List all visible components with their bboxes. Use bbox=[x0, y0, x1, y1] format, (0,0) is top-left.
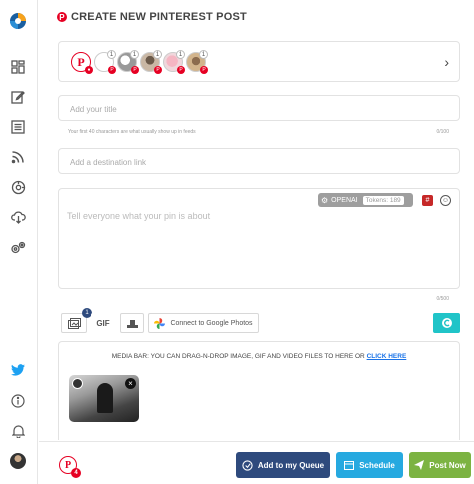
pinterest-badge-icon: P bbox=[108, 66, 116, 74]
google-photos-icon bbox=[154, 317, 166, 329]
image-library-icon[interactable] bbox=[120, 313, 144, 333]
account-avatar[interactable]: 1 P bbox=[94, 50, 116, 74]
bell-icon[interactable] bbox=[9, 422, 27, 440]
gif-button[interactable]: GIF bbox=[91, 313, 115, 333]
pinterest-icon: P bbox=[57, 12, 67, 22]
main-panel: P CREATE NEW PINTEREST POST P ● 1 P 1 P … bbox=[39, 0, 474, 484]
hashtag-icon[interactable]: # bbox=[422, 195, 433, 206]
click-here-link[interactable]: CLICK HERE bbox=[367, 353, 407, 360]
account-selector[interactable]: P ● 1 P 1 P 1 P 1 P 1 P › bbox=[58, 41, 460, 82]
openai-label: OPENAI bbox=[331, 196, 358, 204]
description-placeholder: Tell everyone what your pin is about bbox=[67, 211, 211, 221]
post-now-button[interactable]: Post Now bbox=[409, 452, 471, 478]
media-upload-button[interactable]: 1 bbox=[61, 308, 92, 333]
svg-text:P: P bbox=[77, 55, 84, 69]
schedule-button[interactable]: Schedule bbox=[336, 452, 403, 478]
selected-count-badge: ● bbox=[85, 66, 93, 74]
canva-button[interactable] bbox=[433, 313, 460, 333]
pinterest-badge-icon: P bbox=[131, 66, 139, 74]
account-avatar[interactable]: 1 P bbox=[117, 50, 139, 74]
title-placeholder: Add your title bbox=[70, 105, 117, 114]
description-textarea[interactable]: Tell everyone what your pin is about ⚙ O… bbox=[58, 188, 460, 289]
automation-icon[interactable] bbox=[9, 178, 27, 196]
description-char-count: 0/500 bbox=[436, 296, 449, 302]
settings-icon[interactable] bbox=[9, 239, 27, 257]
pinterest-badge-icon: P bbox=[154, 66, 162, 74]
remove-image-icon[interactable]: × bbox=[125, 378, 136, 389]
user-avatar-icon[interactable] bbox=[9, 452, 27, 470]
page-title: P CREATE NEW PINTEREST POST bbox=[57, 11, 247, 23]
openai-button[interactable]: ⚙ OPENAI Tokens: 189 bbox=[318, 193, 413, 207]
google-photos-label: Connect to Google Photos bbox=[170, 319, 253, 327]
thumbnail-figure bbox=[97, 383, 113, 413]
calendar-icon bbox=[344, 461, 355, 470]
account-count: 1 bbox=[107, 50, 116, 59]
openai-icon: ⚙ bbox=[321, 195, 329, 205]
dashboard-icon[interactable] bbox=[9, 58, 27, 76]
account-avatar[interactable]: 1 P bbox=[140, 50, 162, 74]
destination-link-input[interactable]: Add a destination link bbox=[58, 148, 460, 174]
canva-icon bbox=[441, 318, 452, 328]
media-drop-text: MEDIA BAR: YOU CAN DRAG-N-DROP IMAGE, GI… bbox=[59, 353, 459, 360]
compose-icon[interactable] bbox=[9, 88, 27, 106]
tokens-counter: Tokens: 189 bbox=[362, 195, 404, 205]
emoji-icon[interactable]: ☺ bbox=[440, 195, 451, 206]
post-now-label: Post Now bbox=[429, 460, 466, 470]
account-count: 1 bbox=[130, 50, 139, 59]
info-icon[interactable] bbox=[9, 392, 27, 410]
posts-icon[interactable] bbox=[9, 118, 27, 136]
page-title-text: CREATE NEW PINTEREST POST bbox=[71, 11, 247, 23]
queue-icon bbox=[242, 459, 253, 471]
schedule-label: Schedule bbox=[359, 460, 395, 470]
sidebar bbox=[0, 0, 38, 484]
title-input[interactable]: Add your title bbox=[58, 95, 460, 121]
account-count: 1 bbox=[199, 50, 208, 59]
queue-label: Add to my Queue bbox=[257, 460, 325, 470]
send-icon bbox=[414, 460, 425, 470]
account-avatar[interactable]: 1 P bbox=[186, 50, 208, 74]
cloud-download-icon[interactable] bbox=[9, 208, 27, 226]
twitter-icon[interactable] bbox=[9, 361, 27, 379]
title-char-count: 0/100 bbox=[436, 129, 449, 135]
rss-icon[interactable] bbox=[9, 148, 27, 166]
media-drop-label: MEDIA BAR: YOU CAN DRAG-N-DROP IMAGE, GI… bbox=[111, 353, 365, 360]
account-count: 1 bbox=[153, 50, 162, 59]
google-photos-button[interactable]: Connect to Google Photos bbox=[148, 313, 259, 333]
pinterest-badge-icon: P bbox=[200, 66, 208, 74]
image-edit-icon[interactable] bbox=[72, 378, 83, 389]
uploaded-image-thumbnail[interactable]: × bbox=[69, 375, 139, 422]
selected-accounts-icon[interactable]: P 4 bbox=[59, 456, 81, 478]
account-avatar[interactable]: 1 P bbox=[163, 50, 185, 74]
app-logo-icon[interactable] bbox=[9, 12, 27, 30]
account-avatar[interactable]: P ● bbox=[71, 52, 93, 74]
selected-accounts-count: 4 bbox=[71, 468, 81, 478]
pinterest-badge-icon: P bbox=[177, 66, 185, 74]
footer-divider bbox=[39, 441, 474, 442]
add-to-queue-button[interactable]: Add to my Queue bbox=[236, 452, 330, 478]
title-hint: Your first 40 characters are what usuall… bbox=[68, 129, 196, 135]
account-count: 1 bbox=[176, 50, 185, 59]
link-placeholder: Add a destination link bbox=[70, 158, 147, 167]
gif-label: GIF bbox=[96, 318, 110, 328]
media-bar[interactable]: MEDIA BAR: YOU CAN DRAG-N-DROP IMAGE, GI… bbox=[58, 341, 460, 440]
chevron-right-icon[interactable]: › bbox=[444, 54, 449, 70]
